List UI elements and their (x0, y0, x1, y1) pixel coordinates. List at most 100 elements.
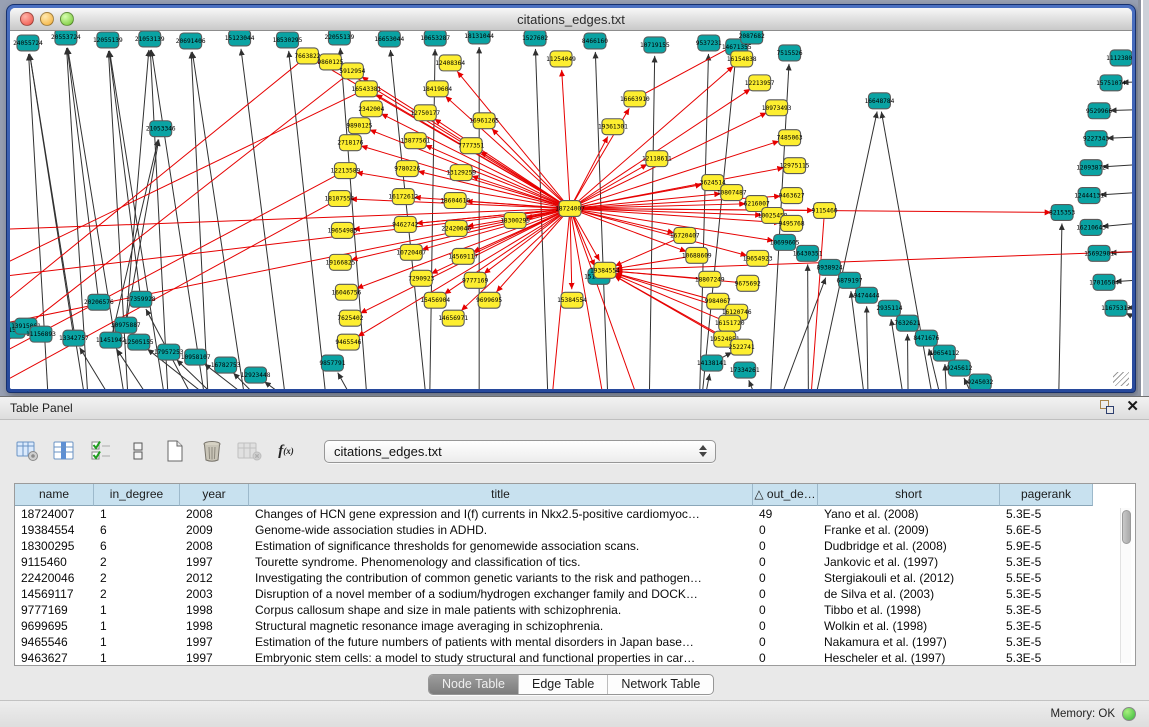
graph-node[interactable]: 10688609 (682, 247, 712, 263)
graph-node[interactable]: 9462742 (392, 216, 418, 232)
table-row[interactable]: 946554611997Estimation of the future num… (15, 634, 1135, 650)
graph-node[interactable]: 30975887 (111, 317, 141, 333)
graph-node[interactable]: 9465546 (335, 334, 361, 350)
graph-node[interactable]: 9227343 (1083, 131, 1109, 147)
graph-node[interactable]: 22420046 (441, 220, 471, 236)
graph-node[interactable]: 9245032 (967, 374, 993, 389)
graph-node[interactable]: 16961265 (469, 113, 499, 129)
graph-node[interactable]: 12505155 (124, 334, 154, 350)
graph-node[interactable]: 2718176 (337, 135, 363, 151)
column-header-year[interactable]: year (180, 484, 249, 506)
graph-node[interactable]: 18107554 (325, 191, 355, 207)
graph-node[interactable]: 12975115 (780, 158, 810, 174)
graph-node[interactable]: 18604610 (440, 193, 470, 209)
graph-node[interactable]: 9857791 (319, 355, 345, 371)
graph-node[interactable]: 17016504 (1089, 274, 1119, 290)
column-header-pagerank[interactable]: pagerank (1000, 484, 1093, 506)
graph-node[interactable]: 16172612 (388, 189, 418, 205)
graph-node[interactable]: 16151720 (715, 315, 745, 331)
graph-node[interactable]: 12093872 (1076, 160, 1106, 176)
table-selector-dropdown[interactable]: citations_edges.txt (324, 440, 716, 463)
graph-node[interactable]: 8215353 (1049, 205, 1075, 221)
graph-node[interactable]: 15123044 (225, 31, 255, 46)
table-row[interactable]: 946362711997Embryonic stem cells: a mode… (15, 650, 1135, 666)
graph-node[interactable]: 18724007 (555, 201, 585, 217)
graph-node[interactable]: 7777351 (458, 138, 484, 154)
graph-node[interactable]: 10719155 (640, 37, 670, 53)
graph-node[interactable]: 10720407 (396, 244, 426, 260)
graph-node[interactable]: 11451942 (96, 332, 126, 348)
graph-node[interactable]: 2522741 (729, 339, 755, 355)
table-row[interactable]: 1872400712008Changes of HCN gene express… (15, 506, 1135, 522)
graph-node[interactable]: 16046756 (332, 284, 362, 300)
graph-node[interactable]: 11675312 (1101, 300, 1131, 316)
graph-node[interactable]: 14138141 (697, 355, 727, 371)
graph-node[interactable]: 18300295 (500, 212, 530, 228)
graph-node[interactable]: 12213957 (745, 75, 775, 91)
table-settings-icon[interactable] (14, 438, 40, 464)
graph-node[interactable]: 20691406 (176, 33, 206, 49)
graph-node[interactable]: 12213589 (331, 163, 361, 179)
table-row[interactable]: 977716911998Corpus callosum shape and si… (15, 602, 1135, 618)
graph-node[interactable]: 11123809 (1106, 50, 1132, 66)
graph-node[interactable]: 15456904 (420, 292, 450, 308)
table-row[interactable]: 911546021997Tourette syndrome. Phenomeno… (15, 554, 1135, 570)
graph-node[interactable]: 19384554 (590, 262, 620, 278)
graph-node[interactable]: 13129259 (446, 165, 476, 181)
graph-node[interactable]: 9529966 (1086, 103, 1112, 119)
import-table-disabled-icon[interactable] (236, 438, 262, 464)
graph-node[interactable]: 21053346 (146, 121, 176, 137)
tab-edge-table[interactable]: Edge Table (518, 675, 607, 694)
graph-node[interactable]: 20553724 (51, 31, 81, 45)
graph-node[interactable]: 10958107 (181, 349, 211, 365)
graph-node[interactable]: 17359928 (126, 291, 156, 307)
graph-node[interactable]: 2935114 (876, 300, 902, 316)
table-row[interactable]: 1830029562008Estimation of significance … (15, 538, 1135, 554)
row-height-icon[interactable] (125, 438, 151, 464)
column-header-in_degree[interactable]: in_degree (94, 484, 180, 506)
graph-node[interactable]: 15692901 (1084, 245, 1114, 261)
graph-node[interactable]: 16720407 (670, 227, 700, 243)
tab-network-table[interactable]: Network Table (607, 675, 713, 694)
close-panel-icon[interactable]: ✕ (1126, 400, 1139, 414)
graph-node[interactable]: 11156893 (26, 326, 56, 342)
vertical-scrollbar[interactable] (1120, 508, 1131, 663)
graph-node[interactable]: 6879197 (836, 272, 862, 288)
tab-node-table[interactable]: Node Table (429, 675, 518, 694)
graph-node[interactable]: 14569117 (448, 248, 478, 264)
graph-node[interactable]: 10653287 (420, 31, 450, 46)
table-row[interactable]: 969969511998Structural magnetic resonanc… (15, 618, 1135, 634)
graph-node[interactable]: 7485063 (777, 130, 803, 146)
zoom-window-button[interactable] (60, 12, 74, 26)
graph-node[interactable]: 13342757 (59, 330, 89, 346)
graph-node[interactable]: 12750177 (410, 105, 440, 121)
graph-node[interactable]: 10807487 (717, 185, 747, 201)
resize-grip-icon[interactable] (1113, 372, 1129, 386)
column-header-title[interactable]: title (249, 484, 753, 506)
graph-node[interactable]: 12923448 (241, 367, 271, 383)
float-panel-icon[interactable] (1100, 400, 1114, 414)
graph-node[interactable]: 18530295 (273, 32, 303, 48)
graph-node[interactable]: 9245612 (946, 360, 972, 376)
delete-trash-icon[interactable] (199, 438, 225, 464)
graph-node[interactable]: 18131044 (464, 31, 494, 44)
graph-node[interactable]: 9115460 (812, 203, 838, 219)
graph-node[interactable]: 19654923 (743, 250, 773, 266)
graph-node[interactable]: 16430351 (793, 245, 823, 261)
table-row[interactable]: 1938455462009Genome-wide association stu… (15, 522, 1135, 538)
graph-node[interactable]: 2087682 (739, 31, 765, 44)
graph-node[interactable]: 19166825 (326, 254, 356, 270)
table-row[interactable]: 1456911722003Disruption of a novel membe… (15, 586, 1135, 602)
graph-node[interactable]: 15384554 (557, 292, 587, 308)
column-header-name[interactable]: name (15, 484, 94, 506)
graph-node[interactable]: 7625402 (337, 310, 363, 326)
graph-node[interactable]: 9777169 (462, 272, 488, 288)
graph-node[interactable]: 15751074 (1096, 75, 1126, 91)
show-column-icon[interactable] (51, 438, 77, 464)
graph-node[interactable]: 11254049 (546, 51, 576, 67)
scrollbar-thumb[interactable] (1122, 510, 1131, 544)
graph-node[interactable]: 13877561 (400, 133, 430, 149)
graph-node[interactable]: 5912954 (339, 63, 365, 79)
graph-node[interactable]: 8471676 (913, 330, 939, 346)
column-header-short[interactable]: short (818, 484, 1000, 506)
